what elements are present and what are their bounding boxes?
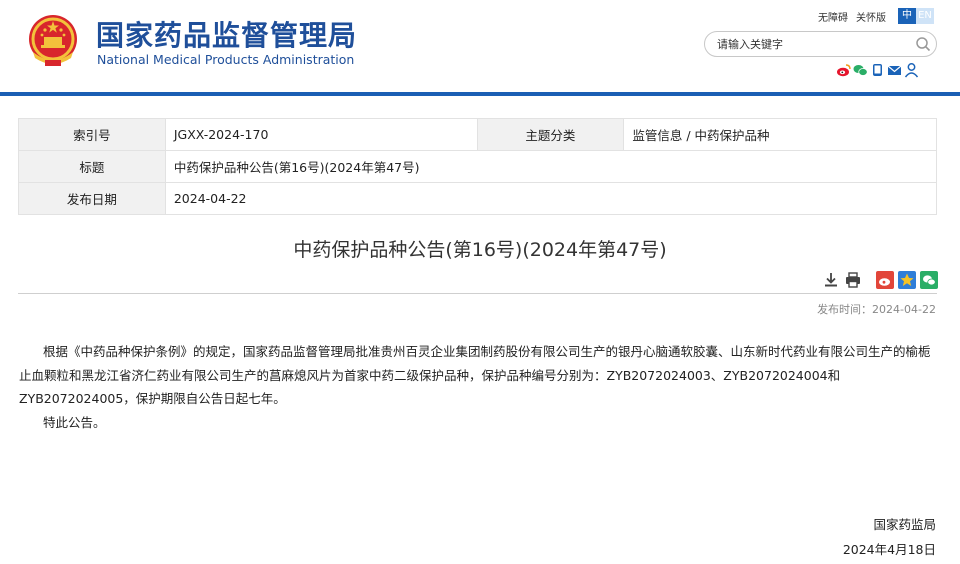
search-box: [704, 31, 937, 57]
meta-index-label: 索引号: [18, 118, 166, 151]
meta-title-value: 中药保护品种公告(第16号)(2024年第47号): [164, 150, 938, 183]
meta-category-label: 主题分类: [476, 118, 625, 151]
search-input[interactable]: [717, 36, 907, 53]
meta-index-value: JGXX-2024-170: [164, 118, 478, 151]
article-body: 根据《中药品种保护条例》的规定，国家药品监督管理局批准贵州百灵企业集团制药股份有…: [19, 340, 938, 434]
language-switch: 中 EN: [898, 8, 934, 24]
weibo-icon[interactable]: [835, 62, 852, 78]
article-sign-date: 2024年4月18日: [842, 542, 936, 557]
print-icon[interactable]: [844, 271, 862, 289]
article-paragraph: 根据《中药品种保护条例》的规定，国家药品监督管理局批准贵州百灵企业集团制药股份有…: [19, 344, 931, 406]
share-wechat-icon[interactable]: [920, 271, 938, 289]
article-paragraph-closing: 特此公告。: [43, 414, 106, 430]
site-title-cn[interactable]: 国家药品监督管理局: [96, 14, 357, 54]
article-title: 中药保护品种公告(第16号)(2024年第47号): [293, 239, 667, 261]
lang-zh-button[interactable]: 中: [898, 8, 916, 24]
article-tools: [822, 271, 942, 289]
meta-date-value: 2024-04-22: [164, 182, 938, 215]
accessibility-link[interactable]: 无障碍: [818, 13, 848, 24]
site-title-en[interactable]: National Medical Products Administration: [97, 52, 354, 67]
care-mode-link[interactable]: 关怀版: [856, 13, 886, 24]
title-divider: [18, 293, 937, 294]
social-links: [835, 62, 920, 78]
site-header: 国家药品监督管理局 National Medical Products Admi…: [0, 0, 960, 92]
article-meta-table: 索引号 JGXX-2024-170 主题分类 监管信息 / 中药保护品种 标题 …: [18, 118, 938, 215]
download-icon[interactable]: [822, 271, 840, 289]
wechat-icon[interactable]: [852, 62, 869, 78]
meta-title-label: 标题: [18, 150, 166, 183]
meta-category-value: 监管信息 / 中药保护品种: [623, 118, 937, 151]
app-icon[interactable]: [869, 62, 886, 78]
top-links: 无障碍 关怀版: [818, 9, 894, 24]
meta-date-label: 发布日期: [18, 182, 166, 215]
share-qzone-icon[interactable]: [898, 271, 916, 289]
national-emblem-icon[interactable]: [27, 12, 79, 70]
search-icon[interactable]: [915, 36, 931, 52]
mail-icon[interactable]: [886, 62, 903, 78]
user-icon[interactable]: [903, 62, 920, 78]
header-divider-bar: [0, 92, 960, 96]
article-signer: 国家药监局: [873, 517, 936, 532]
share-weibo-icon[interactable]: [876, 271, 894, 289]
lang-en-button[interactable]: EN: [916, 8, 934, 24]
publish-time: 发布时间：2024-04-22: [817, 303, 936, 316]
